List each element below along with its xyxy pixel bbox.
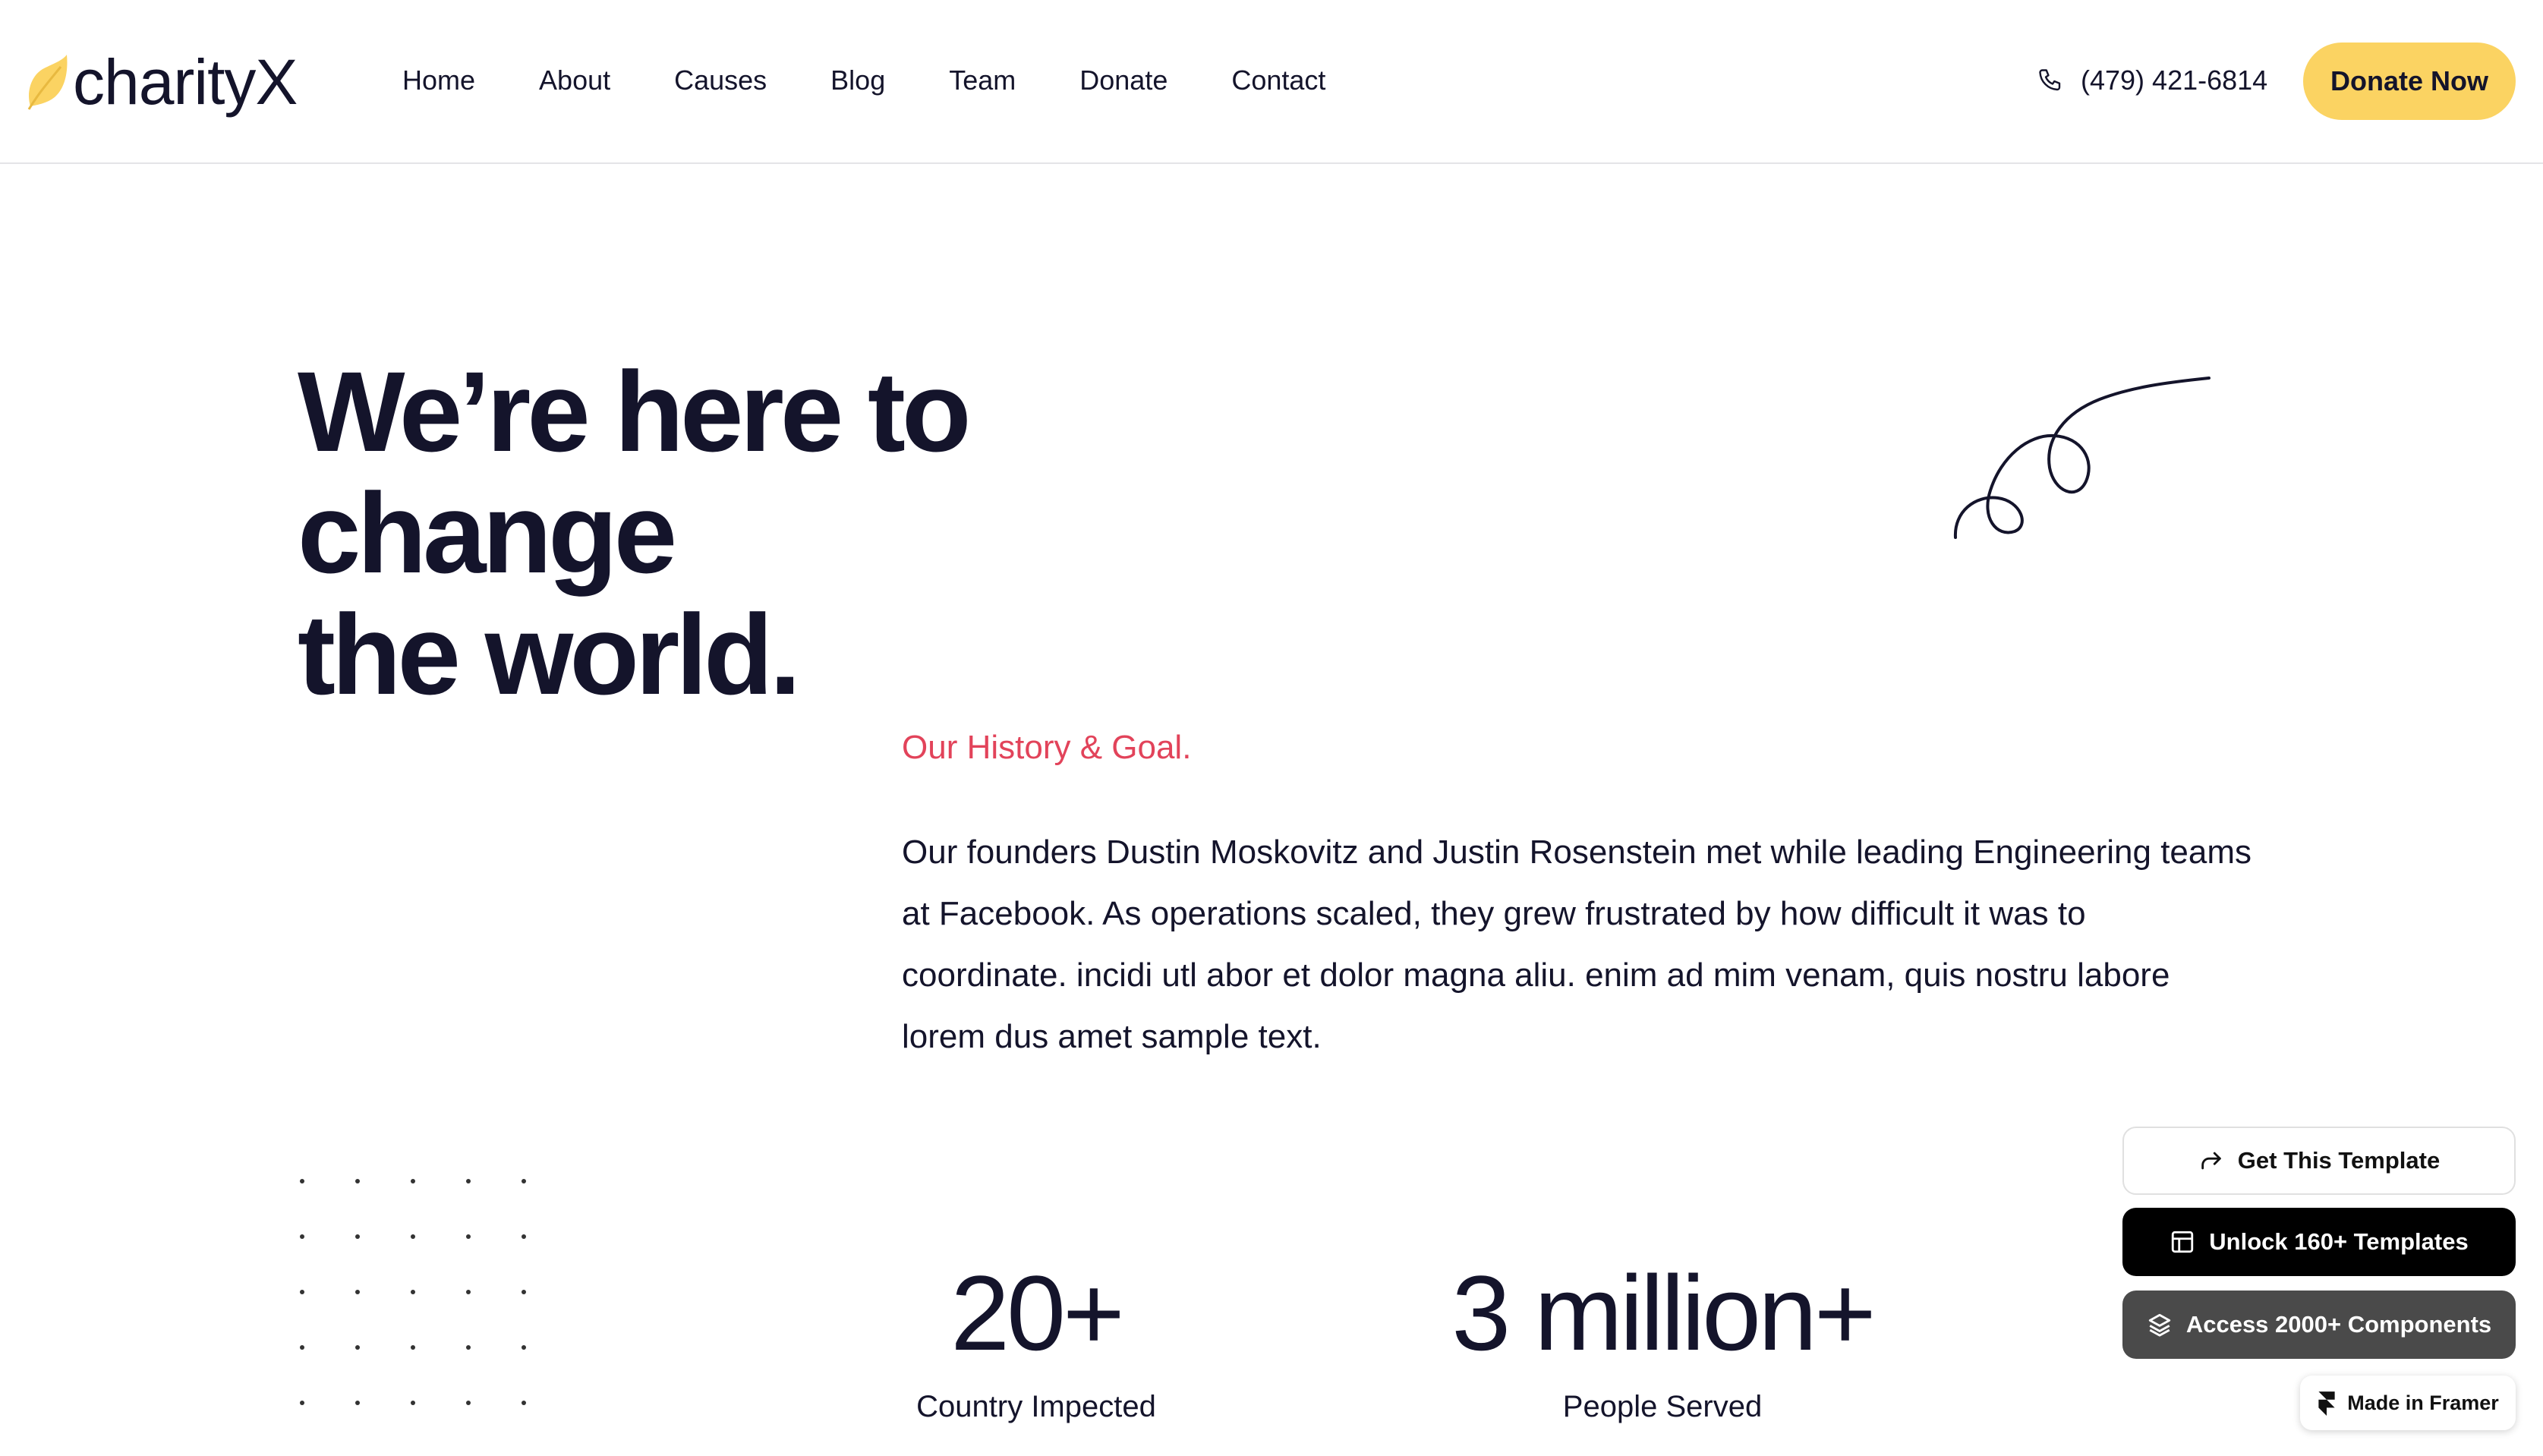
- squiggle-decoration: [1953, 377, 2211, 539]
- dot: [355, 1401, 360, 1405]
- dot: [522, 1179, 526, 1183]
- nav-donate[interactable]: Donate: [1079, 61, 1168, 100]
- stat-value: 3 million+: [1451, 1253, 1876, 1372]
- dot: [411, 1401, 415, 1405]
- get-template-button[interactable]: Get This Template: [2122, 1127, 2516, 1195]
- get-template-label: Get This Template: [2237, 1147, 2441, 1174]
- brand-logo[interactable]: charityX: [24, 44, 298, 120]
- dot: [522, 1234, 526, 1239]
- dot: [300, 1179, 304, 1183]
- history-body: Our founders Dustin Moskovitz and Justin…: [902, 834, 2252, 1055]
- dot: [466, 1234, 471, 1239]
- share-arrow-icon: [2201, 1152, 2221, 1170]
- dot: [411, 1179, 415, 1183]
- nav-contact[interactable]: Contact: [1231, 61, 1325, 100]
- dot: [355, 1290, 360, 1294]
- framer-logo-icon: [2318, 1391, 2335, 1416]
- nav-team[interactable]: Team: [949, 61, 1016, 100]
- nav-home[interactable]: Home: [402, 61, 475, 100]
- unlock-templates-label: Unlock 160+ Templates: [2209, 1228, 2469, 1255]
- nav-causes[interactable]: Causes: [674, 61, 767, 100]
- layers-icon: [2148, 1313, 2170, 1337]
- dot: [522, 1401, 526, 1405]
- unlock-templates-button[interactable]: Unlock 160+ Templates: [2122, 1208, 2516, 1276]
- dot: [411, 1290, 415, 1294]
- stat-value: 20+: [950, 1253, 1124, 1372]
- dot: [466, 1345, 471, 1350]
- template-layout-icon: [2172, 1231, 2194, 1253]
- donate-now-button[interactable]: Donate Now: [2303, 43, 2516, 120]
- stat-people: 3 million+ People Served: [1397, 1256, 1928, 1428]
- dot: [411, 1345, 415, 1350]
- leaf-icon: [27, 55, 68, 110]
- dot: [466, 1290, 471, 1294]
- dot: [300, 1401, 304, 1405]
- dot: [522, 1345, 526, 1350]
- brand-name: charityX: [73, 46, 298, 118]
- dot: [466, 1401, 471, 1405]
- dot: [355, 1234, 360, 1239]
- dot: [300, 1234, 304, 1239]
- dot-grid-decoration: [300, 1179, 577, 1456]
- access-components-button[interactable]: Access 2000+ Components: [2122, 1291, 2516, 1359]
- history-label: Our History & Goal.: [902, 729, 1192, 766]
- phone-icon: [2039, 69, 2061, 91]
- stat-label: People Served: [1562, 1390, 1763, 1423]
- dot: [411, 1234, 415, 1239]
- phone-link[interactable]: (479) 421-6814: [2037, 61, 2267, 100]
- stat-label: Country Impected: [916, 1390, 1156, 1423]
- phone-number: (479) 421-6814: [2081, 65, 2268, 96]
- made-in-framer-label: Made in Framer: [2347, 1391, 2499, 1414]
- dot: [300, 1345, 304, 1350]
- hero-title: We’re here to change the world.: [298, 351, 1360, 715]
- hero-title-line2: the world.: [298, 591, 801, 718]
- dot: [522, 1290, 526, 1294]
- access-components-label: Access 2000+ Components: [2185, 1311, 2492, 1338]
- site-header: charityX Home About Causes Blog Team Don…: [0, 0, 2543, 164]
- stat-countries: 20+ Country Impected: [873, 1256, 1199, 1428]
- dot: [300, 1290, 304, 1294]
- dot: [355, 1345, 360, 1350]
- main-nav: Home About Causes Blog Team Donate Conta…: [402, 61, 1325, 100]
- made-in-framer-badge[interactable]: Made in Framer: [2300, 1376, 2516, 1430]
- dot: [466, 1179, 471, 1183]
- dot: [355, 1179, 360, 1183]
- nav-about[interactable]: About: [539, 61, 610, 100]
- nav-blog[interactable]: Blog: [830, 61, 885, 100]
- hero-title-line1: We’re here to change: [298, 348, 972, 597]
